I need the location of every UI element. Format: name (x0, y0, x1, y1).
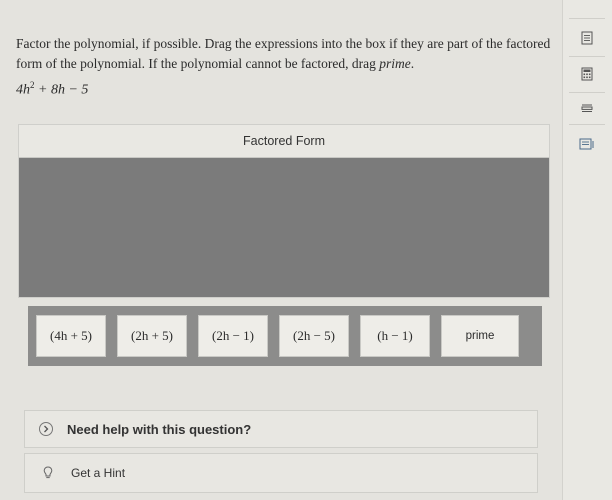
tile-prime[interactable]: prime (441, 315, 519, 357)
tile-2h-minus-5[interactable]: (2h − 5) (279, 315, 349, 357)
get-hint-button[interactable]: Get a Hint (24, 453, 538, 493)
tile-4h-plus-5[interactable]: (4h + 5) (36, 315, 106, 357)
instruction-prime: prime (379, 56, 411, 71)
rail-divider (569, 92, 605, 93)
chevron-right-icon (39, 422, 53, 436)
question-panel: Factor the polynomial, if possible. Drag… (0, 0, 562, 500)
factored-form-drop-area[interactable] (19, 158, 549, 297)
hint-label: Get a Hint (71, 466, 126, 480)
calculator-icon[interactable] (575, 64, 599, 84)
tile-2h-plus-5[interactable]: (2h + 5) (117, 315, 187, 357)
reference-icon[interactable] (575, 134, 599, 154)
factored-form-box: Factored Form (18, 124, 550, 298)
help-label: Need help with this question? (67, 421, 252, 437)
help-toggle[interactable]: Need help with this question? (24, 410, 538, 448)
lightbulb-icon (43, 466, 53, 480)
factored-form-header: Factored Form (19, 125, 549, 158)
rail-divider (569, 18, 605, 19)
polynomial-rest: + 8h − 5 (34, 82, 89, 98)
expression-tray: (4h + 5) (2h + 5) (2h − 1) (2h − 5) (h −… (28, 306, 542, 366)
tile-2h-minus-1[interactable]: (2h − 1) (198, 315, 268, 357)
rail-divider (569, 124, 605, 125)
question-text: Factor the polynomial, if possible. Drag… (16, 34, 556, 74)
tools-sidebar (562, 0, 612, 500)
notes-icon[interactable] (575, 28, 599, 48)
tile-h-minus-1[interactable]: (h − 1) (360, 315, 430, 357)
polynomial-lead: 4h (16, 82, 30, 98)
formula-icon[interactable] (575, 98, 599, 118)
instruction-text: Factor the polynomial, if possible. Drag… (16, 36, 551, 71)
rail-divider (569, 56, 605, 57)
instruction-end: . (410, 56, 415, 71)
polynomial-expression: 4h2 + 8h − 5 (16, 80, 88, 99)
